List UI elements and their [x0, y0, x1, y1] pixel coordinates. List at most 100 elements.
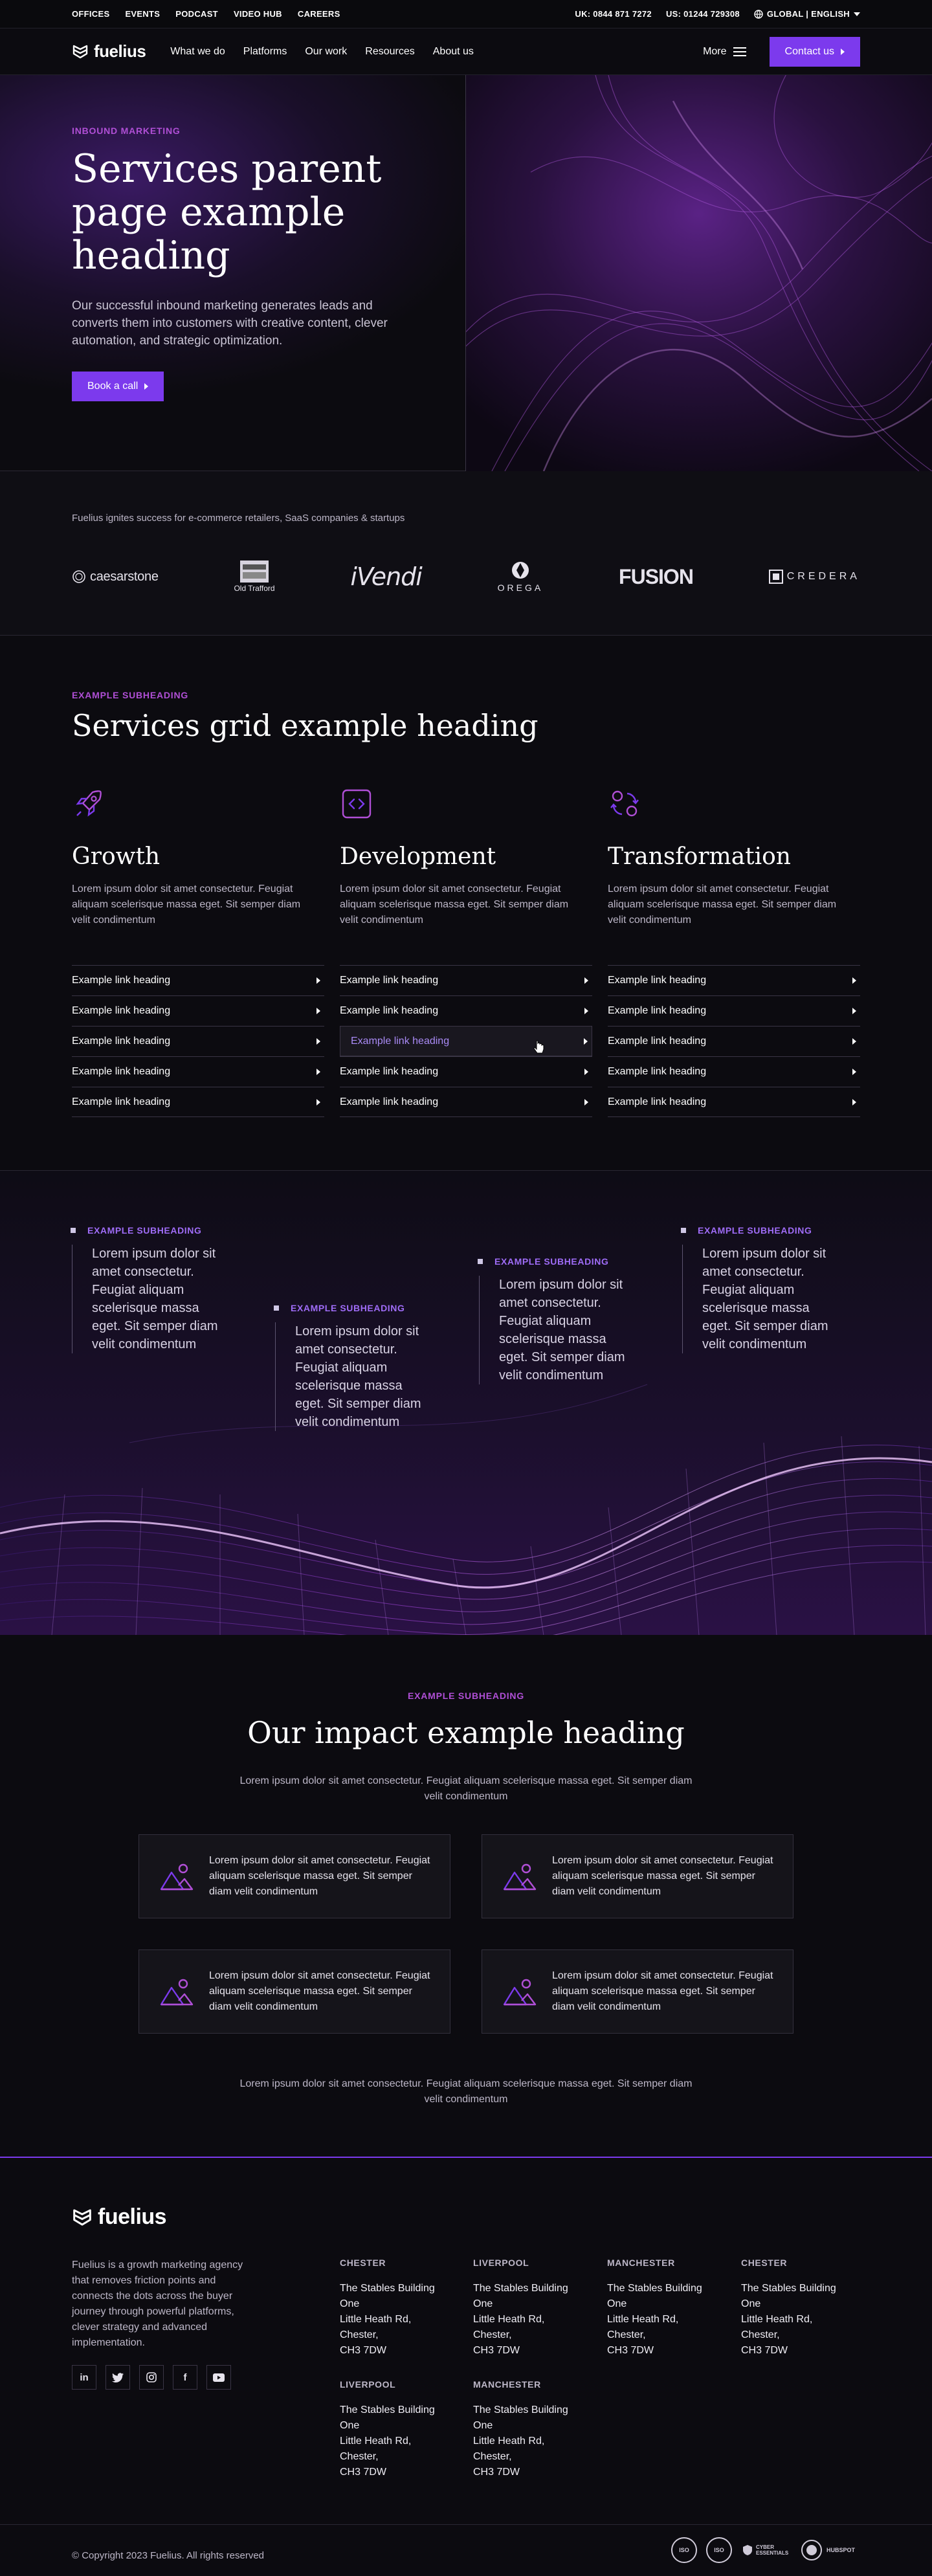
- list-item-link[interactable]: Example link heading: [340, 1087, 592, 1117]
- stat-2-title-row: EXAMPLE SUBHEADING: [274, 1303, 424, 1313]
- footer-logo[interactable]: fuelius: [72, 2204, 167, 2230]
- office-city: MANCHESTER: [607, 2258, 675, 2268]
- hubspot-badge-icon: HUBSPOT: [795, 2537, 860, 2563]
- transformation-links: Example link heading Example link headin…: [608, 965, 860, 1117]
- utility-link-offices[interactable]: OFFICES: [72, 9, 109, 19]
- hero-eyebrow: INBOUND MARKETING: [72, 126, 181, 136]
- cyber-essentials-badge-icon: CYBER ESSENTIALS: [741, 2537, 788, 2563]
- caret-right-icon: [584, 1098, 588, 1105]
- nav-links: What we do Platforms Our work Resources …: [170, 46, 474, 58]
- logo-credera: CREDERA: [768, 570, 860, 584]
- client-logos: caesarstone Old Trafford iVendi OREGA FU…: [72, 554, 860, 599]
- service-transformation-body: Lorem ipsum dolor sit amet consectetur. …: [608, 883, 837, 926]
- list-item-link[interactable]: Example link heading: [340, 995, 592, 1026]
- utility-right: UK: 0844 871 7272 US: 01244 729308 GLOBA…: [575, 9, 860, 19]
- caret-right-icon: [584, 1008, 588, 1014]
- list-item-link-hovered[interactable]: Example link heading: [340, 1026, 592, 1056]
- link-label: Example link heading: [608, 1005, 707, 1016]
- book-call-button[interactable]: Book a call: [72, 372, 164, 401]
- stat-1-title: EXAMPLE SUBHEADING: [87, 1225, 202, 1236]
- instagram-icon[interactable]: [139, 2365, 164, 2390]
- office-address: The Stables Building One Little Heath Rd…: [607, 2283, 702, 2356]
- service-development-title: Development: [340, 843, 496, 870]
- caret-right-icon: [852, 1038, 856, 1045]
- phone-us[interactable]: US: 01244 729308: [666, 9, 740, 19]
- facebook-icon[interactable]: f: [173, 2365, 197, 2390]
- image-placeholder-icon: [160, 1863, 194, 1891]
- caret-right-icon: [852, 1098, 856, 1105]
- list-item-link[interactable]: Example link heading: [340, 965, 592, 995]
- office-address: The Stables Building One Little Heath Rd…: [473, 2283, 568, 2356]
- list-item-link[interactable]: Example link heading: [340, 1056, 592, 1087]
- twitter-icon[interactable]: [105, 2365, 130, 2390]
- list-item-link[interactable]: Example link heading: [72, 995, 324, 1026]
- development-links: Example link heading Example link headin…: [340, 965, 592, 1117]
- impact-card-text: Lorem ipsum dolor sit amet consectetur. …: [209, 1970, 430, 2012]
- logo-old-trafford-text: Old Trafford: [234, 584, 275, 593]
- impact-card: Lorem ipsum dolor sit amet consectetur. …: [482, 1834, 793, 1918]
- refresh-icon: [610, 790, 639, 817]
- nav-resources[interactable]: Resources: [365, 46, 414, 58]
- logo-text: fuelius: [94, 41, 146, 61]
- stat-4: EXAMPLE SUBHEADING Lorem ipsum dolor sit…: [681, 1225, 831, 1353]
- impact-card-text: Lorem ipsum dolor sit amet consectetur. …: [209, 1855, 430, 1897]
- link-label: Example link heading: [351, 1035, 450, 1047]
- office-1: CHESTER The Stables Building One Little …: [340, 2258, 450, 2359]
- list-item-link[interactable]: Example link heading: [608, 995, 860, 1026]
- youtube-icon[interactable]: [206, 2365, 231, 2390]
- hero-artwork: [466, 75, 932, 471]
- logo-caesarstone-text: caesarstone: [90, 569, 159, 584]
- office-city: CHESTER: [340, 2258, 386, 2268]
- utility-link-podcast[interactable]: PODCAST: [175, 9, 218, 19]
- footer-divider: [0, 2524, 932, 2525]
- list-item-link[interactable]: Example link heading: [72, 965, 324, 995]
- link-label: Example link heading: [72, 975, 171, 986]
- nav-what-we-do[interactable]: What we do: [170, 46, 225, 58]
- nav-about-us[interactable]: About us: [433, 46, 474, 58]
- utility-bar: OFFICES EVENTS PODCAST VIDEO HUB CAREERS…: [0, 0, 932, 28]
- utility-link-careers[interactable]: CAREERS: [298, 9, 340, 19]
- impact-eyebrow: EXAMPLE SUBHEADING: [407, 1691, 525, 1701]
- stat-1-body: Lorem ipsum dolor sit amet consectetur. …: [72, 1245, 221, 1353]
- hero-content: INBOUND MARKETING Services parent page e…: [72, 126, 408, 401]
- hamburger-icon: [733, 47, 746, 56]
- office-city: MANCHESTER: [473, 2379, 541, 2390]
- linkedin-icon[interactable]: in: [72, 2365, 96, 2390]
- logo[interactable]: fuelius: [72, 41, 146, 61]
- list-item-link[interactable]: Example link heading: [608, 1026, 860, 1056]
- stats-wave-section: EXAMPLE SUBHEADING Lorem ipsum dolor sit…: [0, 1170, 932, 1635]
- list-item-link[interactable]: Example link heading: [72, 1026, 324, 1056]
- more-menu[interactable]: More: [703, 46, 746, 58]
- utility-link-events[interactable]: EVENTS: [125, 9, 160, 19]
- list-item-link[interactable]: Example link heading: [608, 1056, 860, 1087]
- nav-our-work[interactable]: Our work: [305, 46, 347, 58]
- stat-1-title-row: EXAMPLE SUBHEADING: [71, 1225, 221, 1236]
- service-growth-title: Growth: [72, 843, 161, 870]
- impact-card-text: Lorem ipsum dolor sit amet consectetur. …: [552, 1970, 773, 2012]
- stat-2-body: Lorem ipsum dolor sit amet consectetur. …: [275, 1322, 424, 1431]
- stat-1: EXAMPLE SUBHEADING Lorem ipsum dolor sit…: [71, 1225, 221, 1353]
- stat-bullet: [274, 1305, 279, 1311]
- caret-right-icon: [316, 1038, 320, 1045]
- impact-footnote: Lorem ipsum dolor sit amet consectetur. …: [239, 2078, 693, 2105]
- growth-links: Example link heading Example link headin…: [72, 965, 324, 1117]
- phone-uk[interactable]: UK: 0844 871 7272: [575, 9, 652, 19]
- list-item-link[interactable]: Example link heading: [608, 1087, 860, 1117]
- office-city: CHESTER: [741, 2258, 788, 2268]
- logo-mark-icon: [73, 2208, 91, 2226]
- list-item-link[interactable]: Example link heading: [72, 1087, 324, 1117]
- link-label: Example link heading: [72, 1096, 171, 1107]
- utility-link-video-hub[interactable]: VIDEO HUB: [234, 9, 282, 19]
- contact-button[interactable]: Contact us: [769, 36, 860, 67]
- list-item-link[interactable]: Example link heading: [608, 965, 860, 995]
- service-transformation: Transformation Lorem ipsum dolor sit ame…: [608, 787, 860, 928]
- service-growth: Growth Lorem ipsum dolor sit amet consec…: [72, 787, 324, 928]
- page: OFFICES EVENTS PODCAST VIDEO HUB CAREERS…: [0, 0, 932, 2576]
- locale-selector[interactable]: GLOBAL | ENGLISH: [754, 9, 860, 19]
- image-placeholder-icon: [160, 1979, 194, 2006]
- link-label: Example link heading: [340, 1005, 439, 1016]
- nav-platforms[interactable]: Platforms: [243, 46, 287, 58]
- logo-credera-text: CREDERA: [786, 571, 860, 582]
- orega-mark-icon: [511, 562, 529, 579]
- list-item-link[interactable]: Example link heading: [72, 1056, 324, 1087]
